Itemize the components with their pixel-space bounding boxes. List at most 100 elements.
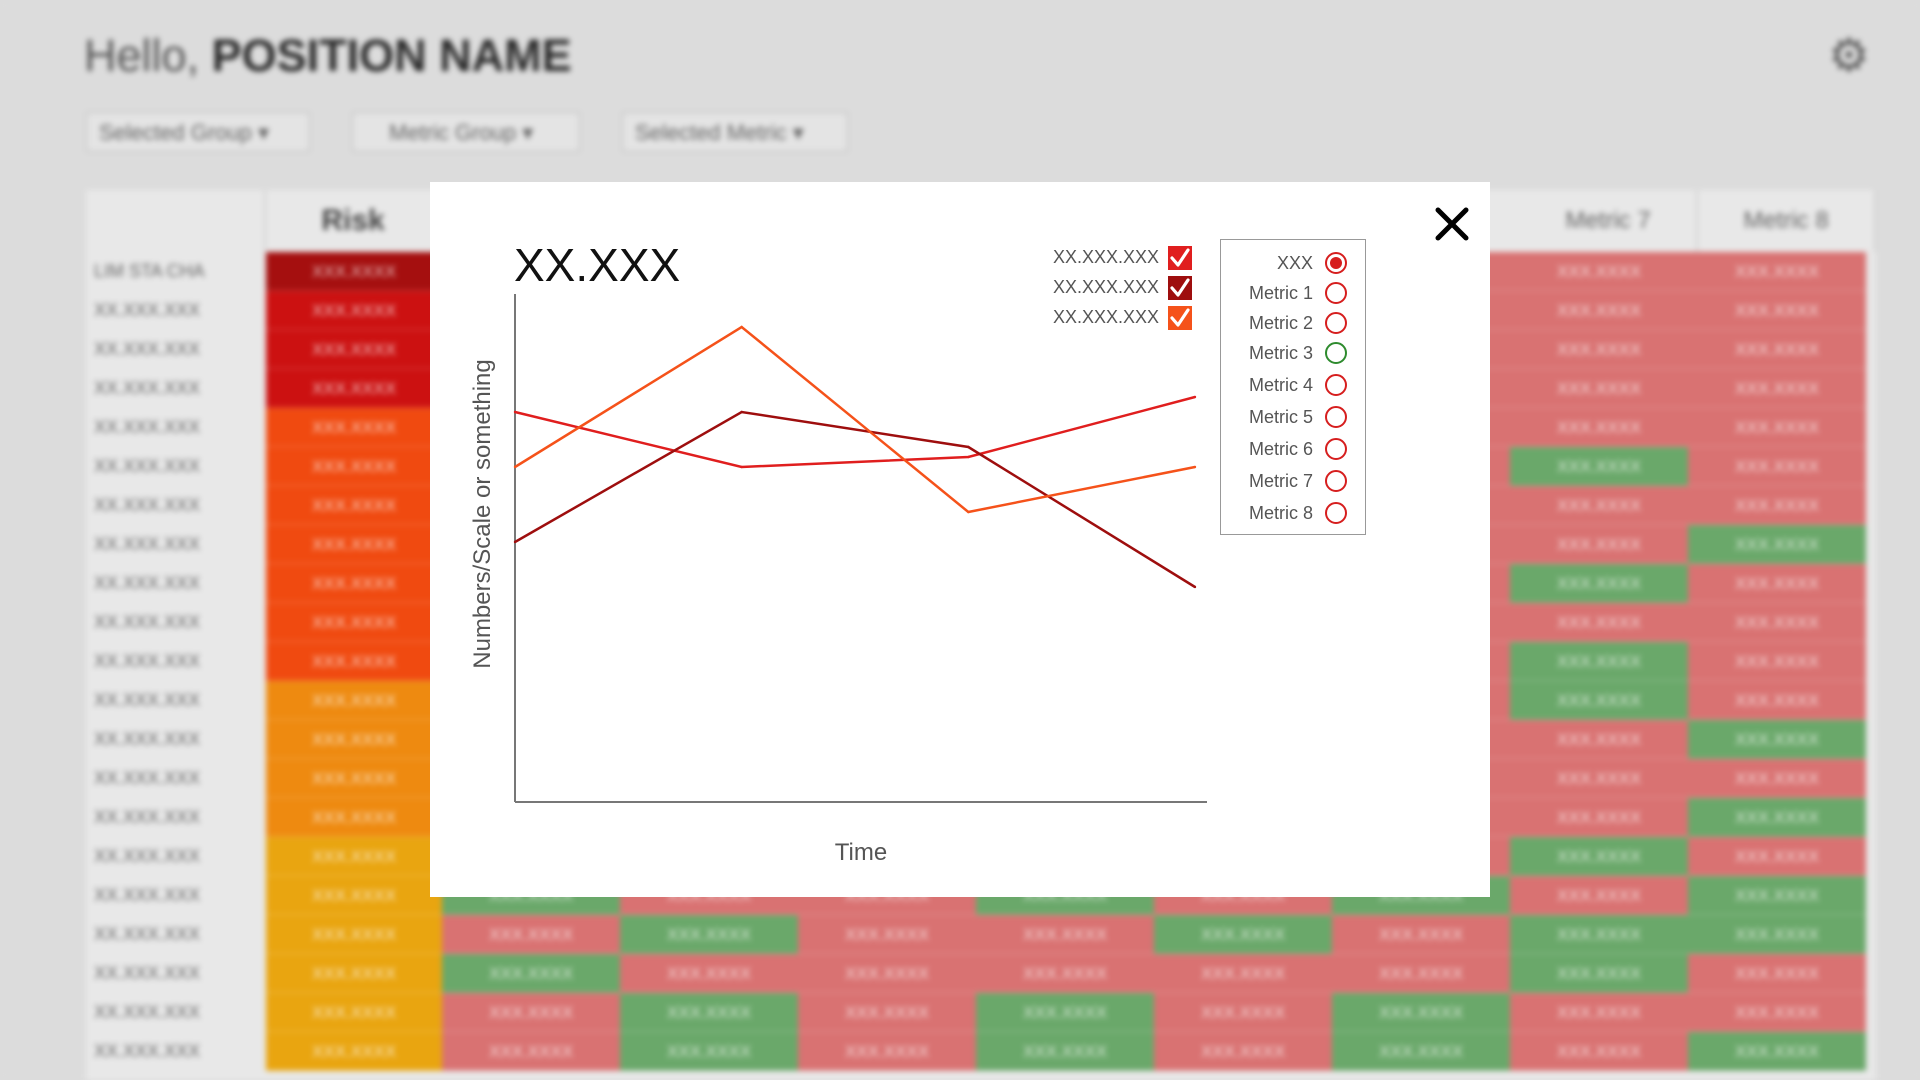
metric-cell[interactable]: XXX.XXXX xyxy=(798,954,976,993)
metric-cell[interactable]: XXX.XXXX xyxy=(1688,759,1866,798)
metric-cell[interactable]: XXX.XXXX xyxy=(1510,291,1688,330)
metric-option[interactable]: Metric 3 xyxy=(1221,338,1367,368)
metric-7-header[interactable]: Metric 7 xyxy=(1520,190,1698,252)
metric-cell[interactable]: XXX.XXXX xyxy=(1510,759,1688,798)
metric-cell[interactable]: XXX.XXXX xyxy=(1510,1032,1688,1071)
metric-cell[interactable]: XXX.XXXX xyxy=(976,1032,1154,1071)
metric-cell[interactable]: XXX.XXXX xyxy=(1688,876,1866,915)
selected-metric-dropdown[interactable]: Selected Metric ▾ xyxy=(622,112,848,152)
risk-cell[interactable]: XXX.XXXX xyxy=(266,408,442,447)
metric-option[interactable]: Metric 2 xyxy=(1221,308,1367,338)
metric-cell[interactable]: XXX.XXXX xyxy=(976,993,1154,1032)
close-icon[interactable] xyxy=(1430,202,1474,246)
risk-cell[interactable]: XXX.XXXX xyxy=(266,681,442,720)
metric-cell[interactable]: XXX.XXXX xyxy=(1688,954,1866,993)
metric-cell[interactable]: XXX.XXXX xyxy=(442,954,620,993)
metric-cell[interactable]: XXX.XXXX xyxy=(1510,252,1688,291)
metric-cell[interactable]: XXX.XXXX xyxy=(620,915,798,954)
risk-cell[interactable]: XXX.XXXX xyxy=(266,564,442,603)
risk-header[interactable]: Risk xyxy=(266,190,442,252)
metric-cell[interactable]: XXX.XXXX xyxy=(798,915,976,954)
status-header[interactable] xyxy=(86,190,266,252)
metric-option[interactable]: Metric 1 xyxy=(1221,278,1367,308)
metric-cell[interactable]: XXX.XXXX xyxy=(1510,525,1688,564)
metric-option[interactable]: Metric 4 xyxy=(1221,370,1367,400)
metric-cell[interactable]: XXX.XXXX xyxy=(1510,876,1688,915)
metric-cell[interactable]: XXX.XXXX xyxy=(1510,486,1688,525)
metric-cell[interactable]: XXX.XXXX xyxy=(976,954,1154,993)
metric-cell[interactable]: XXX.XXXX xyxy=(1510,642,1688,681)
radio-icon[interactable] xyxy=(1325,282,1347,304)
metric-cell[interactable]: XXX.XXXX xyxy=(1510,369,1688,408)
metric-cell[interactable]: XXX.XXXX xyxy=(1510,603,1688,642)
gear-icon[interactable]: ⚙ xyxy=(1826,32,1872,78)
metric-option[interactable]: Metric 6 xyxy=(1221,434,1367,464)
risk-cell[interactable]: XXX.XXXX xyxy=(266,720,442,759)
radio-icon[interactable] xyxy=(1325,406,1347,428)
metric-option[interactable]: Metric 7 xyxy=(1221,466,1367,496)
metric-cell[interactable]: XXX.XXXX xyxy=(1332,915,1510,954)
metric-cell[interactable]: XXX.XXXX xyxy=(1332,993,1510,1032)
metric-cell[interactable]: XXX.XXXX xyxy=(442,915,620,954)
metric-cell[interactable]: XXX.XXXX xyxy=(1688,915,1866,954)
risk-cell[interactable]: XXX.XXXX xyxy=(266,876,442,915)
radio-icon[interactable] xyxy=(1325,470,1347,492)
risk-cell[interactable]: XXX.XXXX xyxy=(266,369,442,408)
metric-cell[interactable]: XXX.XXXX xyxy=(1154,1032,1332,1071)
metric-cell[interactable]: XXX.XXXX xyxy=(1688,642,1866,681)
metric-cell[interactable]: XXX.XXXX xyxy=(1688,798,1866,837)
metric-cell[interactable]: XXX.XXXX xyxy=(1688,681,1866,720)
risk-cell[interactable]: XXX.XXXX xyxy=(266,642,442,681)
metric-cell[interactable]: XXX.XXXX xyxy=(620,1032,798,1071)
risk-cell[interactable]: XXX.XXXX xyxy=(266,798,442,837)
metric-cell[interactable]: XXX.XXXX xyxy=(442,993,620,1032)
metric-cell[interactable]: XXX.XXXX xyxy=(1510,720,1688,759)
metric-cell[interactable]: XXX.XXXX xyxy=(798,1032,976,1071)
metric-cell[interactable]: XXX.XXXX xyxy=(1688,525,1866,564)
risk-cell[interactable]: XXX.XXXX xyxy=(266,447,442,486)
metric-cell[interactable]: XXX.XXXX xyxy=(1510,798,1688,837)
metric-cell[interactable]: XXX.XXXX xyxy=(1688,1032,1866,1071)
metric-cell[interactable]: XXX.XXXX xyxy=(1688,447,1866,486)
radio-icon[interactable] xyxy=(1325,342,1347,364)
metric-cell[interactable]: XXX.XXXX xyxy=(1154,915,1332,954)
risk-cell[interactable]: XXX.XXXX xyxy=(266,1032,442,1071)
risk-cell[interactable]: XXX.XXXX xyxy=(266,252,442,291)
risk-cell[interactable]: XXX.XXXX xyxy=(266,603,442,642)
metric-cell[interactable]: XXX.XXXX xyxy=(1510,954,1688,993)
metric-cell[interactable]: XXX.XXXX xyxy=(1688,564,1866,603)
metric-group-dropdown[interactable]: Metric Group ▾ xyxy=(352,112,580,152)
risk-cell[interactable]: XXX.XXXX xyxy=(266,837,442,876)
risk-cell[interactable]: XXX.XXXX xyxy=(266,954,442,993)
metric-cell[interactable]: XXX.XXXX xyxy=(1688,486,1866,525)
metric-cell[interactable]: XXX.XXXX xyxy=(1688,837,1866,876)
metric-cell[interactable]: XXX.XXXX xyxy=(1510,993,1688,1032)
metric-cell[interactable]: XXX.XXXX xyxy=(1332,1032,1510,1071)
risk-cell[interactable]: XXX.XXXX xyxy=(266,993,442,1032)
metric-cell[interactable]: XXX.XXXX xyxy=(976,915,1154,954)
metric-cell[interactable]: XXX.XXXX xyxy=(1688,408,1866,447)
risk-cell[interactable]: XXX.XXXX xyxy=(266,525,442,564)
metric-cell[interactable]: XXX.XXXX xyxy=(1154,993,1332,1032)
risk-cell[interactable]: XXX.XXXX xyxy=(266,486,442,525)
risk-cell[interactable]: XXX.XXXX xyxy=(266,291,442,330)
metric-cell[interactable]: XXX.XXXX xyxy=(1688,369,1866,408)
metric-cell[interactable]: XXX.XXXX xyxy=(1510,408,1688,447)
metric-cell[interactable]: XXX.XXXX xyxy=(798,993,976,1032)
risk-cell[interactable]: XXX.XXXX xyxy=(266,759,442,798)
risk-cell[interactable]: XXX.XXXX xyxy=(266,915,442,954)
radio-selected-icon[interactable] xyxy=(1325,252,1347,274)
metric-option[interactable]: Metric 8 xyxy=(1221,498,1367,528)
selected-group-dropdown[interactable]: Selected Group ▾ xyxy=(86,112,310,152)
radio-icon[interactable] xyxy=(1325,374,1347,396)
metric-cell[interactable]: XXX.XXXX xyxy=(1688,252,1866,291)
metric-option[interactable]: Metric 5 xyxy=(1221,402,1367,432)
metric-cell[interactable]: XXX.XXXX xyxy=(1510,447,1688,486)
risk-cell[interactable]: XXX.XXXX xyxy=(266,330,442,369)
metric-cell[interactable]: XXX.XXXX xyxy=(620,993,798,1032)
metric-cell[interactable]: XXX.XXXX xyxy=(1688,720,1866,759)
radio-icon[interactable] xyxy=(1325,438,1347,460)
radio-icon[interactable] xyxy=(1325,312,1347,334)
metric-cell[interactable]: XXX.XXXX xyxy=(1688,330,1866,369)
metric-cell[interactable]: XXX.XXXX xyxy=(1688,603,1866,642)
